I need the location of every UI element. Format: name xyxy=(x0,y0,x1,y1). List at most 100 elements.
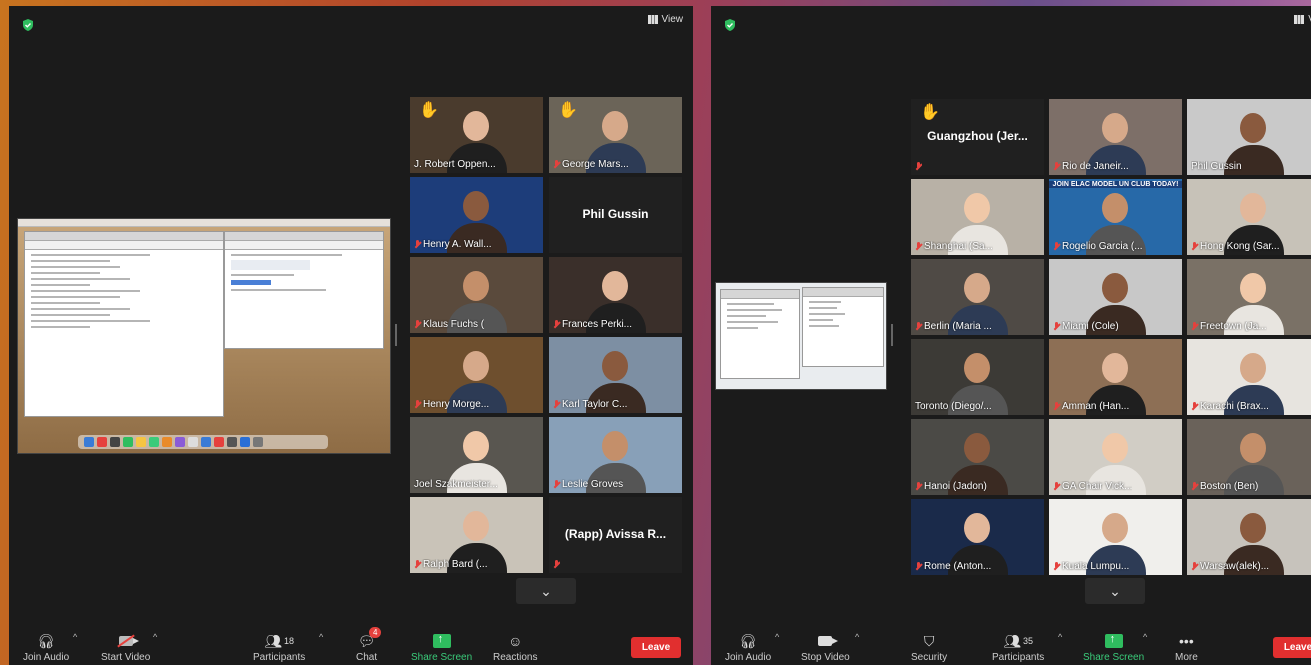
participant-tile[interactable]: Rio de Janeir... xyxy=(1049,99,1182,175)
participant-tile[interactable]: Boston (Ben) xyxy=(1187,419,1311,495)
participant-face xyxy=(1102,193,1128,223)
participant-name: Hanoi (Jadon) xyxy=(924,481,987,492)
participant-tile[interactable]: Rogelio Garcia (... JOIN ELAC MODEL UN CL… xyxy=(1049,179,1182,255)
participant-tile[interactable]: Hong Kong (Sar... xyxy=(1187,179,1311,255)
participant-face xyxy=(602,351,628,381)
participant-name: Henry Morge... xyxy=(423,399,490,410)
caret-up-icon[interactable]: ^ xyxy=(1058,632,1062,642)
participants-button[interactable]: 👥︎ 18 Participants ^ xyxy=(253,632,323,663)
participant-tile[interactable]: Joel Szakmeister... xyxy=(410,417,543,493)
participant-tile[interactable]: ✋ J. Robert Oppen... xyxy=(410,97,543,173)
start-video-button[interactable]: Start Video ^ xyxy=(101,632,157,663)
participant-tile[interactable]: Toronto (Diego/... xyxy=(911,339,1044,415)
participant-tile[interactable]: Amman (Han... xyxy=(1049,339,1182,415)
participant-name: Boston (Ben) xyxy=(1200,481,1259,492)
participant-name-label: Hong Kong (Sar... xyxy=(1191,241,1280,252)
smiley-icon: ☺︎ xyxy=(508,633,523,649)
participant-face xyxy=(1102,353,1128,383)
caret-up-icon[interactable]: ^ xyxy=(1143,632,1147,642)
caret-up-icon[interactable]: ^ xyxy=(73,632,77,642)
shield-icon: ⛉ xyxy=(923,632,935,649)
more-button[interactable]: ••• More xyxy=(1175,633,1198,663)
participant-name-label: Warsaw(alek)... xyxy=(1191,561,1269,572)
next-page-button[interactable]: ⌄ xyxy=(516,578,576,604)
panel-resize-handle[interactable] xyxy=(891,324,893,346)
view-button[interactable]: Vi xyxy=(1294,14,1311,25)
mac-dock xyxy=(78,435,328,449)
participant-tile[interactable]: Phil Gussin xyxy=(1187,99,1311,175)
panel-resize-handle[interactable] xyxy=(395,324,397,346)
participant-face xyxy=(1240,513,1266,543)
participants-button[interactable]: 👥︎ 35 Participants ^ xyxy=(992,632,1062,663)
participant-name: Miami (Cole) xyxy=(1062,321,1119,332)
mac-menu-bar xyxy=(18,219,390,227)
participant-tile[interactable]: GA Chair Vick... xyxy=(1049,419,1182,495)
chat-badge: 4 xyxy=(369,627,382,638)
muted-mic-icon xyxy=(1053,241,1060,252)
participant-tile[interactable]: Klaus Fuchs ( xyxy=(410,257,543,333)
participant-tile[interactable]: Warsaw(alek)... xyxy=(1187,499,1311,575)
muted-mic-icon xyxy=(915,561,922,572)
shared-doc-window xyxy=(24,231,224,417)
raised-hand-icon: ✋ xyxy=(558,102,578,119)
leave-button[interactable]: Leave xyxy=(1273,637,1311,658)
participant-tile[interactable]: Kuala Lumpu... xyxy=(1049,499,1182,575)
participant-tile[interactable]: Rome (Anton... xyxy=(911,499,1044,575)
headphones-icon: 🎧︎ xyxy=(739,632,757,649)
participant-name: Klaus Fuchs ( xyxy=(423,319,485,330)
participant-tile[interactable]: ✋ George Mars... xyxy=(549,97,682,173)
next-page-button[interactable]: ⌄ xyxy=(1085,578,1145,604)
share-screen-button[interactable]: Share Screen^ xyxy=(1083,632,1147,663)
participant-name-label: Amman (Han... xyxy=(1053,401,1129,412)
participant-tile[interactable]: Freetown (Ja... xyxy=(1187,259,1311,335)
participant-name: GA Chair Vick... xyxy=(1062,481,1133,492)
view-button[interactable]: View xyxy=(647,14,683,25)
participant-name-label: Berlin (Maria ... xyxy=(915,321,992,332)
participant-face xyxy=(463,511,489,541)
stop-video-button[interactable]: Stop Video ^ xyxy=(801,632,859,663)
participants-icon: 👥︎ 35 xyxy=(1003,632,1034,649)
participant-tile[interactable]: Karachi (Brax... xyxy=(1187,339,1311,415)
participant-name: Berlin (Maria ... xyxy=(924,321,992,332)
participant-tile[interactable]: Henry Morge... xyxy=(410,337,543,413)
participant-face xyxy=(1240,353,1266,383)
participant-tile[interactable]: Shanghai (Sa... xyxy=(911,179,1044,255)
caret-up-icon[interactable]: ^ xyxy=(319,632,323,642)
meeting-toolbar: 🎧︎ Join Audio ^ Stop Video ^ ⛉ Security 👥︎ 35… xyxy=(711,631,1311,665)
join-audio-button[interactable]: 🎧︎ Join Audio ^ xyxy=(23,632,77,663)
join-audio-button[interactable]: 🎧︎ Join Audio ^ xyxy=(725,632,779,663)
leave-button[interactable]: Leave xyxy=(631,637,681,658)
chat-button[interactable]: 💬︎ 4 Chat xyxy=(356,627,382,663)
participant-tile[interactable]: Karl Taylor C... xyxy=(549,337,682,413)
participant-tile[interactable]: ✋ Guangzhou (Jer... xyxy=(911,99,1044,175)
participant-tile[interactable]: Miami (Cole) xyxy=(1049,259,1182,335)
participant-display-name: Phil Gussin xyxy=(582,207,649,221)
participant-tile[interactable]: Leslie Groves xyxy=(549,417,682,493)
participant-face xyxy=(1102,113,1128,143)
participant-name: J. Robert Oppen... xyxy=(414,159,496,170)
muted-mic-icon xyxy=(1191,561,1198,572)
caret-up-icon[interactable]: ^ xyxy=(153,632,157,642)
participant-tile[interactable]: Ralph Bard (... xyxy=(410,497,543,573)
muted-mic-icon xyxy=(553,479,560,490)
participant-face xyxy=(1240,193,1266,223)
reactions-button[interactable]: ☺︎ Reactions xyxy=(493,633,537,663)
participant-name-label: Rogelio Garcia (... xyxy=(1053,241,1143,252)
security-shield-icon xyxy=(23,19,33,31)
caret-up-icon[interactable]: ^ xyxy=(855,632,859,642)
participant-face xyxy=(964,353,990,383)
banner-text: JOIN ELAC MODEL UN CLUB TODAY! xyxy=(1049,181,1182,188)
participant-tile[interactable]: Frances Perki... xyxy=(549,257,682,333)
participant-tile[interactable]: Hanoi (Jadon) xyxy=(911,419,1044,495)
participant-tile[interactable]: Phil Gussin xyxy=(549,177,682,253)
participant-name: Kuala Lumpu... xyxy=(1062,561,1130,572)
participant-tile[interactable]: Berlin (Maria ... xyxy=(911,259,1044,335)
caret-up-icon[interactable]: ^ xyxy=(775,632,779,642)
muted-mic-icon xyxy=(1053,321,1060,332)
participant-tile[interactable]: (Rapp) Avissa R... xyxy=(549,497,682,573)
participant-tile[interactable]: Henry A. Wall... xyxy=(410,177,543,253)
share-screen-button[interactable]: Share Screen xyxy=(411,633,472,663)
security-button[interactable]: ⛉ Security xyxy=(911,632,947,664)
participant-name: Rome (Anton... xyxy=(924,561,992,572)
participant-face xyxy=(463,431,489,461)
